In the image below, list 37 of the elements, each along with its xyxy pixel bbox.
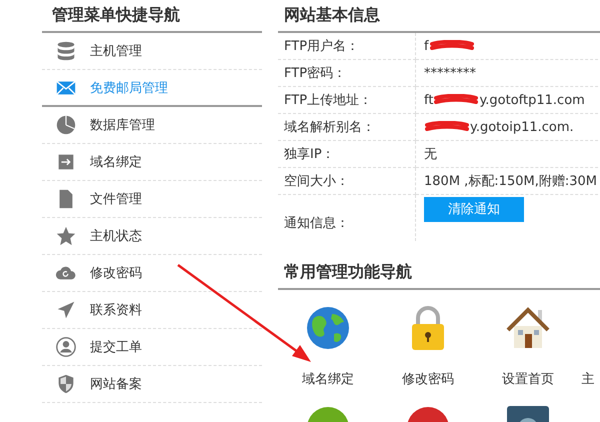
field-value: f — [424, 38, 429, 54]
sidebar-item[interactable]: 数据库管理 — [42, 107, 262, 144]
field-value: y.gotoip11.com. — [470, 120, 574, 134]
section-title: 常用管理功能导航 — [278, 257, 600, 290]
redaction-scribble — [425, 121, 469, 133]
shortcut-link[interactable]: 设置首页 — [502, 370, 554, 388]
field-label: FTP密码： — [278, 60, 416, 87]
sidebar-item[interactable]: 域名绑定 — [42, 144, 262, 181]
shortcut-link[interactable]: 域名绑定 — [302, 370, 354, 388]
sidebar-item[interactable]: 主机管理 — [42, 33, 262, 70]
field-value: y.gotoftp11.com — [479, 92, 585, 108]
shortcut-link[interactable]: 修改密码 — [402, 370, 454, 388]
sidebar-item[interactable]: 提交工单 — [42, 329, 262, 366]
field-value: ******** — [424, 66, 476, 80]
field-label: FTP用户名： — [278, 33, 416, 60]
field-label: 独享IP： — [278, 141, 416, 168]
shortcut-link[interactable]: 主 — [582, 370, 594, 388]
sidebar-item[interactable]: 主机状态 — [42, 218, 262, 255]
field-label: 空间大小： — [278, 168, 416, 195]
sidebar-title: 管理菜单快捷导航 — [42, 0, 262, 33]
user-icon — [55, 336, 77, 358]
sidebar-item[interactable]: 修改密码 — [42, 255, 262, 292]
sidebar-item[interactable]: 文件管理 — [42, 181, 262, 218]
database-icon — [55, 40, 77, 62]
section-title: 网站基本信息 — [278, 0, 600, 33]
field-value: 无 — [424, 146, 437, 163]
field-label: 通知信息： — [278, 195, 416, 241]
field-label: 域名解析别名： — [278, 114, 416, 141]
redaction-scribble — [430, 40, 474, 52]
sidebar-item[interactable]: 联系资料 — [42, 292, 262, 329]
field-label: FTP上传地址： — [278, 87, 416, 114]
pie-chart-icon — [55, 114, 77, 136]
star-icon — [55, 225, 77, 247]
redaction-scribble — [434, 94, 478, 106]
field-value: 180M ,标配:150M,附赠:30M — [424, 173, 597, 190]
sidebar-item[interactable]: 网站备案 — [42, 366, 262, 403]
field-value: ft — [424, 92, 434, 108]
